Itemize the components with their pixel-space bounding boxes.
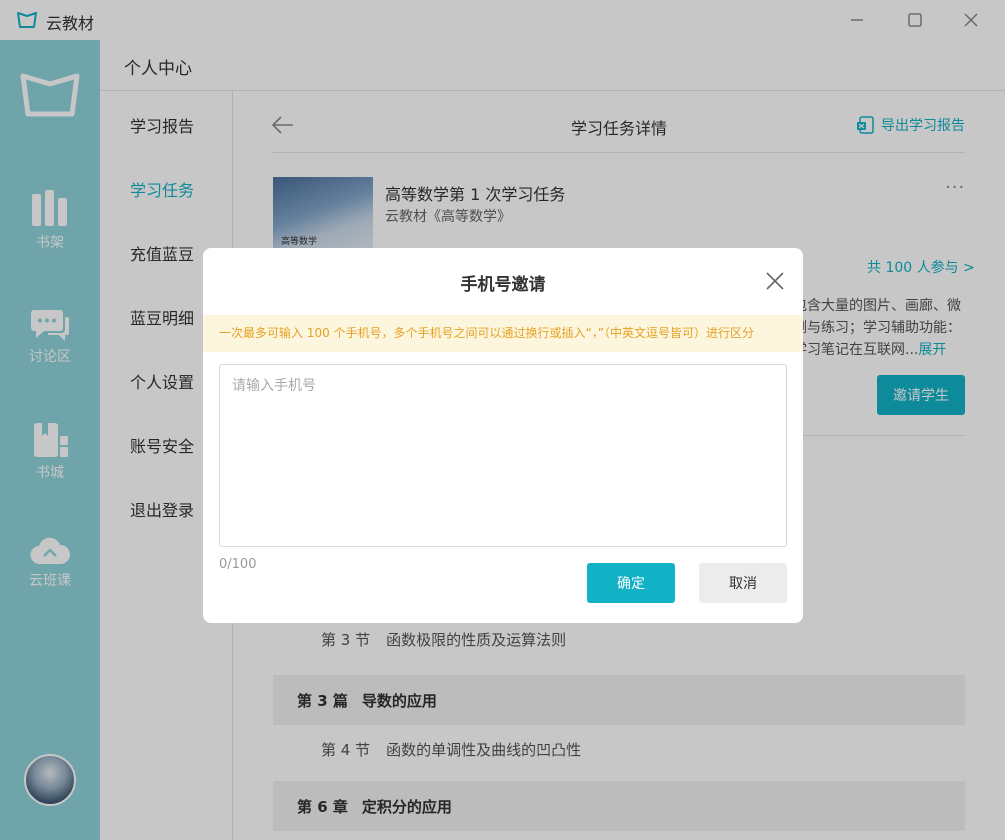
cancel-button[interactable]: 取消 [699, 563, 787, 603]
phone-numbers-input[interactable] [219, 364, 787, 547]
close-icon[interactable] [765, 271, 785, 291]
dialog-title: 手机号邀请 [460, 275, 546, 295]
phone-count: 0/100 [219, 557, 257, 572]
input-hint-notice: 一次最多可输入 100 个手机号，多个手机号之间可以通过换行或插入“，”（中英文… [203, 315, 803, 352]
phone-invite-dialog: 手机号邀请 一次最多可输入 100 个手机号，多个手机号之间可以通过换行或插入“… [203, 248, 803, 623]
confirm-button[interactable]: 确定 [587, 563, 675, 603]
